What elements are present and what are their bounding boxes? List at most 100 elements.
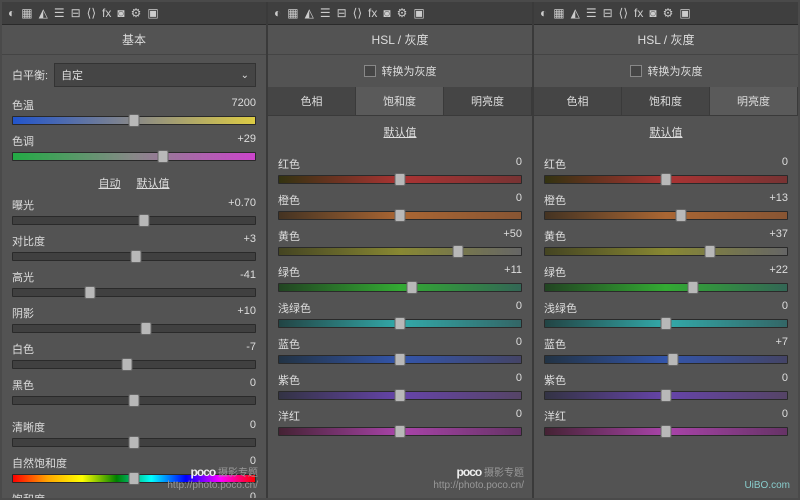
slider-track[interactable] (12, 152, 256, 161)
tool-icon[interactable]: ◭ (39, 6, 48, 20)
slider-thumb[interactable] (661, 425, 672, 438)
slider-thumb[interactable] (661, 317, 672, 330)
tool-icon[interactable]: ⟨⟩ (353, 6, 362, 20)
slider-track[interactable] (278, 283, 522, 292)
slider-thumb[interactable] (661, 389, 672, 402)
tool-icon[interactable]: ▣ (147, 6, 158, 20)
tool-icon[interactable]: ⟨⟩ (87, 6, 96, 20)
tool-icon[interactable]: ◙ (117, 6, 124, 20)
slider-thumb[interactable] (395, 353, 406, 366)
grayscale-checkbox[interactable] (364, 65, 376, 77)
tab-1[interactable]: 饱和度 (622, 87, 710, 115)
slider-track[interactable] (12, 396, 256, 405)
tool-icon[interactable]: ☰ (54, 6, 65, 20)
tab-0[interactable]: 色相 (268, 87, 356, 115)
slider-thumb[interactable] (129, 472, 140, 485)
tool-icon[interactable]: ▣ (679, 6, 690, 20)
slider-row: 紫色0 (544, 372, 788, 400)
slider-thumb[interactable] (407, 281, 418, 294)
slider-track[interactable] (278, 247, 522, 256)
tool-icon[interactable]: ◐ (274, 6, 281, 20)
slider-track[interactable] (544, 427, 788, 436)
slider-track[interactable] (12, 438, 256, 447)
slider-track[interactable] (544, 175, 788, 184)
slider-track[interactable] (544, 391, 788, 400)
tool-icon[interactable]: ☰ (320, 6, 331, 20)
tool-icon[interactable]: ▦ (21, 6, 32, 20)
slider-track[interactable] (544, 211, 788, 220)
slider-track[interactable] (12, 288, 256, 297)
tab-2[interactable]: 明亮度 (710, 87, 798, 115)
slider-thumb[interactable] (138, 214, 149, 227)
slider-thumb[interactable] (687, 281, 698, 294)
default-link[interactable]: 默认值 (534, 116, 798, 148)
tab-2[interactable]: 明亮度 (444, 87, 532, 115)
tool-icon[interactable]: ⚙ (397, 6, 408, 20)
default-link[interactable]: 默认值 (137, 175, 170, 191)
tool-icon[interactable]: fx (634, 6, 643, 20)
tool-icon[interactable]: ◐ (540, 6, 547, 20)
slider-track[interactable] (278, 211, 522, 220)
slider-thumb[interactable] (129, 436, 140, 449)
slider-track[interactable] (12, 360, 256, 369)
slider-thumb[interactable] (131, 250, 142, 263)
tool-icon[interactable]: fx (368, 6, 377, 20)
slider-label: 紫色 (278, 372, 300, 388)
slider-track[interactable] (544, 355, 788, 364)
tool-icon[interactable]: ⟨⟩ (619, 6, 628, 20)
tool-icon[interactable]: ▦ (553, 6, 564, 20)
slider-thumb[interactable] (395, 209, 406, 222)
slider-thumb[interactable] (129, 114, 140, 127)
grayscale-checkbox[interactable] (630, 65, 642, 77)
slider-track[interactable] (278, 175, 522, 184)
slider-track[interactable] (12, 216, 256, 225)
tool-icon[interactable]: fx (102, 6, 111, 20)
tool-icon[interactable]: ▣ (413, 6, 424, 20)
slider-thumb[interactable] (158, 150, 169, 163)
slider-thumb[interactable] (129, 394, 140, 407)
tab-0[interactable]: 色相 (534, 87, 622, 115)
slider-value: +7 (775, 336, 788, 352)
slider-thumb[interactable] (675, 209, 686, 222)
slider-track[interactable] (278, 319, 522, 328)
slider-label: 浅绿色 (544, 300, 577, 316)
tool-icon[interactable]: ◙ (649, 6, 656, 20)
slider-thumb[interactable] (121, 358, 132, 371)
slider-thumb[interactable] (668, 353, 679, 366)
tool-icon[interactable]: ◭ (571, 6, 580, 20)
tool-icon[interactable]: ⊟ (71, 6, 81, 20)
tool-icon[interactable]: ▦ (287, 6, 298, 20)
slider-thumb[interactable] (395, 317, 406, 330)
slider-thumb[interactable] (85, 286, 96, 299)
slider-track[interactable] (544, 319, 788, 328)
slider-label: 红色 (544, 156, 566, 172)
slider-track[interactable] (12, 116, 256, 125)
default-link[interactable]: 默认值 (268, 116, 532, 148)
slider-track[interactable] (12, 252, 256, 261)
tool-icon[interactable]: ⊟ (603, 6, 613, 20)
slider-track[interactable] (278, 391, 522, 400)
slider-thumb[interactable] (141, 322, 152, 335)
slider-thumb[interactable] (453, 245, 464, 258)
tool-icon[interactable]: ⊟ (337, 6, 347, 20)
slider-thumb[interactable] (395, 389, 406, 402)
slider-thumb[interactable] (704, 245, 715, 258)
tool-icon[interactable]: ⚙ (131, 6, 142, 20)
tool-icon[interactable]: ◙ (383, 6, 390, 20)
slider-track[interactable] (278, 427, 522, 436)
tool-icon[interactable]: ◭ (305, 6, 314, 20)
tool-icon[interactable]: ☰ (586, 6, 597, 20)
wb-select[interactable]: 自定 (54, 63, 256, 87)
slider-track[interactable] (12, 324, 256, 333)
auto-link[interactable]: 自动 (99, 175, 121, 191)
slider-track[interactable] (544, 247, 788, 256)
slider-thumb[interactable] (395, 425, 406, 438)
slider-track[interactable] (544, 283, 788, 292)
tool-icon[interactable]: ◐ (8, 6, 15, 20)
slider-value: 0 (516, 372, 522, 388)
slider-thumb[interactable] (661, 173, 672, 186)
tab-1[interactable]: 饱和度 (356, 87, 444, 115)
slider-track[interactable] (278, 355, 522, 364)
tool-icon[interactable]: ⚙ (663, 6, 674, 20)
slider-thumb[interactable] (395, 173, 406, 186)
